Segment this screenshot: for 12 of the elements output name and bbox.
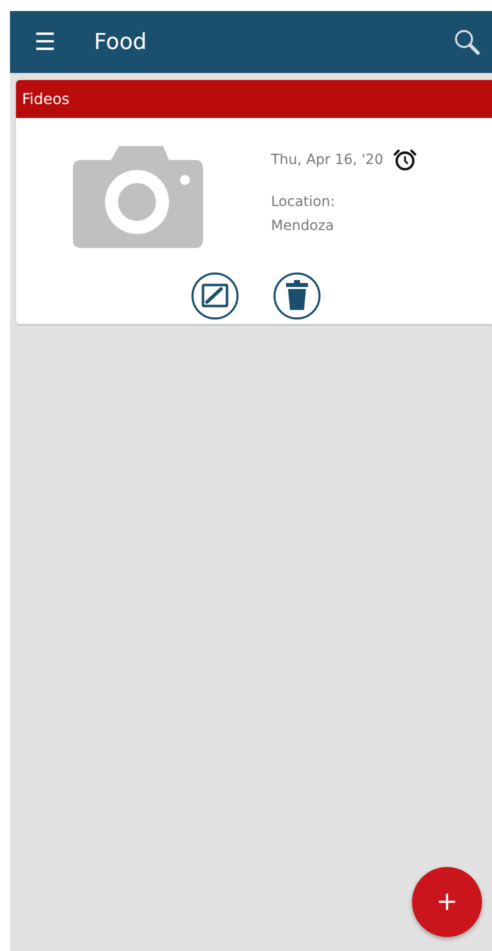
camera-icon (73, 144, 203, 248)
search-icon[interactable] (454, 29, 480, 55)
alarm-clock-icon (393, 148, 418, 172)
add-button[interactable]: + (412, 867, 482, 937)
card-title: Fideos (22, 90, 70, 108)
edit-icon[interactable] (191, 272, 239, 320)
location-label: Location: (271, 193, 336, 212)
date-text: Thu, Apr 16, '20 (271, 152, 384, 168)
location-text: Mendoza (271, 217, 335, 236)
app-title: Food (94, 30, 148, 54)
menu-button[interactable]: ☰ (30, 28, 60, 56)
trash-icon[interactable] (273, 272, 321, 320)
